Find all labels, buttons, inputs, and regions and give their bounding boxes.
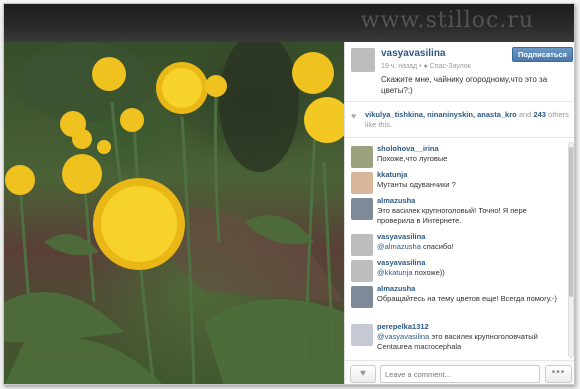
follow-button[interactable]: Подписаться [511, 47, 573, 62]
more-icon: ••• [551, 367, 566, 378]
comment-mention[interactable]: @almazusha [377, 242, 421, 251]
comment-username[interactable]: vasyavasilina [377, 232, 425, 241]
heart-icon: ♥ [351, 111, 357, 121]
comment-username[interactable]: vasyavasilina [377, 258, 425, 267]
avatar[interactable] [351, 146, 373, 168]
comment-text: @kkatunja похоже)) [377, 268, 445, 277]
likes-count[interactable]: 243 [533, 110, 546, 119]
post-location[interactable]: Спас-Заулок [430, 63, 471, 70]
avatar[interactable] [351, 286, 373, 308]
comment-username[interactable]: kkatunja [377, 170, 407, 179]
post-sidebar: vasyavasilina Подписаться 19 ч. назад • … [344, 42, 574, 384]
comment-mention[interactable]: @kkatunja [377, 268, 413, 277]
liker-names[interactable]: vikulya_tishkina, ninaninyskin, anasta_k… [365, 110, 517, 119]
post-meta: 19 ч. назад • ● Спас-Заулок [381, 63, 471, 70]
watermark: www.stilloc.ru [360, 8, 534, 33]
like-button[interactable]: ♥ [350, 365, 376, 383]
comment-text: Мутанты одуванчики ? [377, 180, 456, 189]
comment-username[interactable]: almazusha [377, 196, 415, 205]
post-time[interactable]: 19 ч. назад [381, 63, 417, 70]
post-header: vasyavasilina Подписаться 19 ч. назад • … [345, 42, 574, 102]
comment-text: Это василек крупноголовый! Точно! Я пере… [377, 206, 527, 225]
avatar[interactable] [351, 260, 373, 282]
post-window: www.stilloc.ru vasyavasilina Подписаться… [3, 3, 575, 385]
comment-list: sholohova__irina Похоже,что луговые kkat… [345, 140, 574, 360]
avatar[interactable] [351, 198, 373, 220]
comment-mention[interactable]: @vasyavasilina [377, 332, 429, 341]
top-bar: www.stilloc.ru [4, 4, 574, 42]
comment-text: Похоже,что луговые [377, 154, 448, 163]
post-caption: Скажите мне, чайнику огородному,что это … [381, 75, 548, 95]
comment-username[interactable]: perepelka1312 [377, 322, 429, 331]
flower-photo-illustration [4, 42, 344, 384]
comment-text: @vasyavasilina это василек крупноголовча… [377, 332, 538, 351]
comments-scrollbar[interactable] [568, 142, 574, 358]
likes-summary: ♥ vikulya_tishkina, ninaninyskin, anasta… [345, 104, 574, 138]
avatar[interactable] [351, 48, 375, 72]
avatar[interactable] [351, 234, 373, 256]
heart-icon: ♥ [360, 368, 366, 379]
avatar[interactable] [351, 172, 373, 194]
comment-username[interactable]: almazusha [377, 284, 415, 293]
comment-text: Обращайтесь на тему цветов еще! Всегда п… [377, 294, 557, 303]
likes-and: and [518, 110, 532, 119]
comment-username[interactable]: sholohova__irina [377, 144, 439, 153]
avatar[interactable] [351, 324, 373, 346]
comment-composer: ♥ ••• [345, 360, 574, 384]
comment-input[interactable] [380, 365, 540, 383]
location-pin-icon: • ● [419, 63, 428, 70]
owner-username[interactable]: vasyavasilina [381, 48, 446, 59]
post-photo[interactable] [4, 42, 344, 384]
scroll-thumb[interactable] [569, 147, 573, 297]
more-button[interactable]: ••• [545, 365, 572, 383]
comment-text: @almazusha спасибо! [377, 242, 454, 251]
